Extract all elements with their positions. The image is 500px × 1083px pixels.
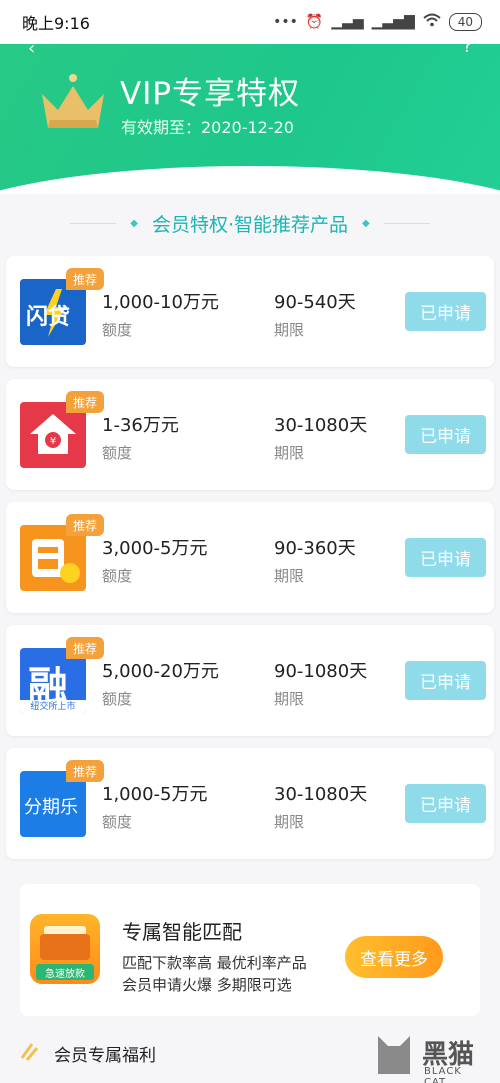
wallet-icon-label: 急速放款 (45, 969, 85, 980)
svg-text:¥: ¥ (50, 436, 56, 447)
view-more-button[interactable]: 查看更多 (345, 936, 443, 978)
applied-button[interactable]: 已申请 (405, 661, 486, 700)
amount-label: 额度 (102, 690, 133, 708)
battery-indicator: 40 (448, 13, 482, 31)
recommend-badge: 推荐 (66, 514, 104, 536)
diamond-icon: ◆ (362, 217, 370, 229)
term-value: 30-1080天 (274, 784, 368, 805)
section-header: ◆ 会员特权·智能推荐产品 ◆ (0, 206, 500, 240)
promo-line: 会员申请火爆 多期限可选 (122, 976, 292, 994)
logo-text: 闪贷 (26, 305, 71, 330)
logo-subtext: 纽交所上市 (20, 700, 86, 714)
status-time: 晚上9:16 (22, 14, 90, 33)
wallet-icon: 急速放款 (30, 914, 100, 984)
term-label: 期限 (274, 690, 305, 708)
slash-stripes-icon (18, 1040, 40, 1066)
status-bar: 晚上9:16 ••• ⏰ ▁▃▅ ▁▃▅▇ 40 (0, 0, 500, 44)
back-arrow-icon[interactable]: ‹ (28, 44, 35, 59)
logo-text: 分期乐 (24, 797, 78, 818)
term-value: 90-360天 (274, 538, 356, 559)
status-icons: ••• ⏰ ▁▃▅ ▁▃▅▇ 40 (273, 13, 482, 31)
divider-right (383, 222, 430, 224)
promo-title: 专属智能匹配 (122, 920, 242, 944)
product-card[interactable]: ¥ 推荐 1-36万元 额度 30-1080天 期限 已申请 (6, 379, 494, 490)
help-icon[interactable]: ? (462, 44, 472, 57)
alarm-icon: ⏰ (305, 14, 324, 30)
vip-header: ‹ ? VIP专享特权 有效期至：2020-12-20 (0, 44, 500, 194)
amount-value: 1,000-10万元 (102, 292, 219, 313)
product-card[interactable]: 闪贷 推荐 1,000-10万元 额度 90-540天 期限 已申请 (6, 256, 494, 367)
recommend-badge: 推荐 (66, 760, 104, 782)
amount-label: 额度 (102, 321, 133, 339)
recommend-badge: 推荐 (66, 391, 104, 413)
crown-icon (40, 70, 106, 136)
amount-label: 额度 (102, 567, 133, 585)
signal-x-icon: ▁▃▅ (331, 14, 364, 30)
term-label: 期限 (274, 444, 305, 462)
divider-left (70, 222, 117, 224)
wifi-icon (423, 13, 441, 31)
amount-value: 1,000-5万元 (102, 784, 208, 805)
amount-value: 1-36万元 (102, 415, 179, 436)
watermark: 黑猫 BLACK CAT (372, 1030, 486, 1083)
diamond-icon: ◆ (130, 217, 138, 229)
term-value: 30-1080天 (274, 415, 368, 436)
expiry-date: 有效期至：2020-12-20 (121, 118, 294, 137)
term-label: 期限 (274, 567, 305, 585)
more-dots-icon: ••• (273, 14, 298, 30)
term-label: 期限 (274, 321, 305, 339)
term-value: 90-1080天 (274, 661, 368, 682)
product-card[interactable]: 推荐 3,000-5万元 额度 90-360天 期限 已申请 (6, 502, 494, 613)
amount-value: 3,000-5万元 (102, 538, 208, 559)
product-card[interactable]: 分期乐 推荐 1,000-5万元 额度 30-1080天 期限 已申请 (6, 748, 494, 859)
section-title: 会员特权·智能推荐产品 (151, 213, 349, 236)
recommend-badge: 推荐 (66, 637, 104, 659)
product-card[interactable]: 融 纽交所上市 推荐 5,000-20万元 额度 90-1080天 期限 已申请 (6, 625, 494, 736)
header-curve (0, 166, 500, 194)
recommend-badge: 推荐 (66, 268, 104, 290)
benefits-title: 会员专属福利 (54, 1045, 156, 1066)
cat-icon (378, 1036, 410, 1074)
amount-label: 额度 (102, 444, 133, 462)
amount-label: 额度 (102, 813, 133, 831)
amount-value: 5,000-20万元 (102, 661, 219, 682)
page-title: VIP专享特权 (120, 76, 301, 112)
applied-button[interactable]: 已申请 (405, 784, 486, 823)
applied-button[interactable]: 已申请 (405, 415, 486, 454)
term-value: 90-540天 (274, 292, 356, 313)
hd-signal-icon: ▁▃▅▇ (371, 14, 415, 30)
applied-button[interactable]: 已申请 (405, 292, 486, 331)
applied-button[interactable]: 已申请 (405, 538, 486, 577)
watermark-subtext: BLACK CAT (424, 1066, 462, 1083)
term-label: 期限 (274, 813, 305, 831)
smart-match-card[interactable]: 急速放款 专属智能匹配 匹配下款率高 最优利率产品 会员申请火爆 多期限可选 查… (20, 884, 480, 1016)
benefits-row[interactable]: 会员专属福利 (18, 1038, 156, 1068)
promo-line: 匹配下款率高 最优利率产品 (122, 954, 307, 972)
